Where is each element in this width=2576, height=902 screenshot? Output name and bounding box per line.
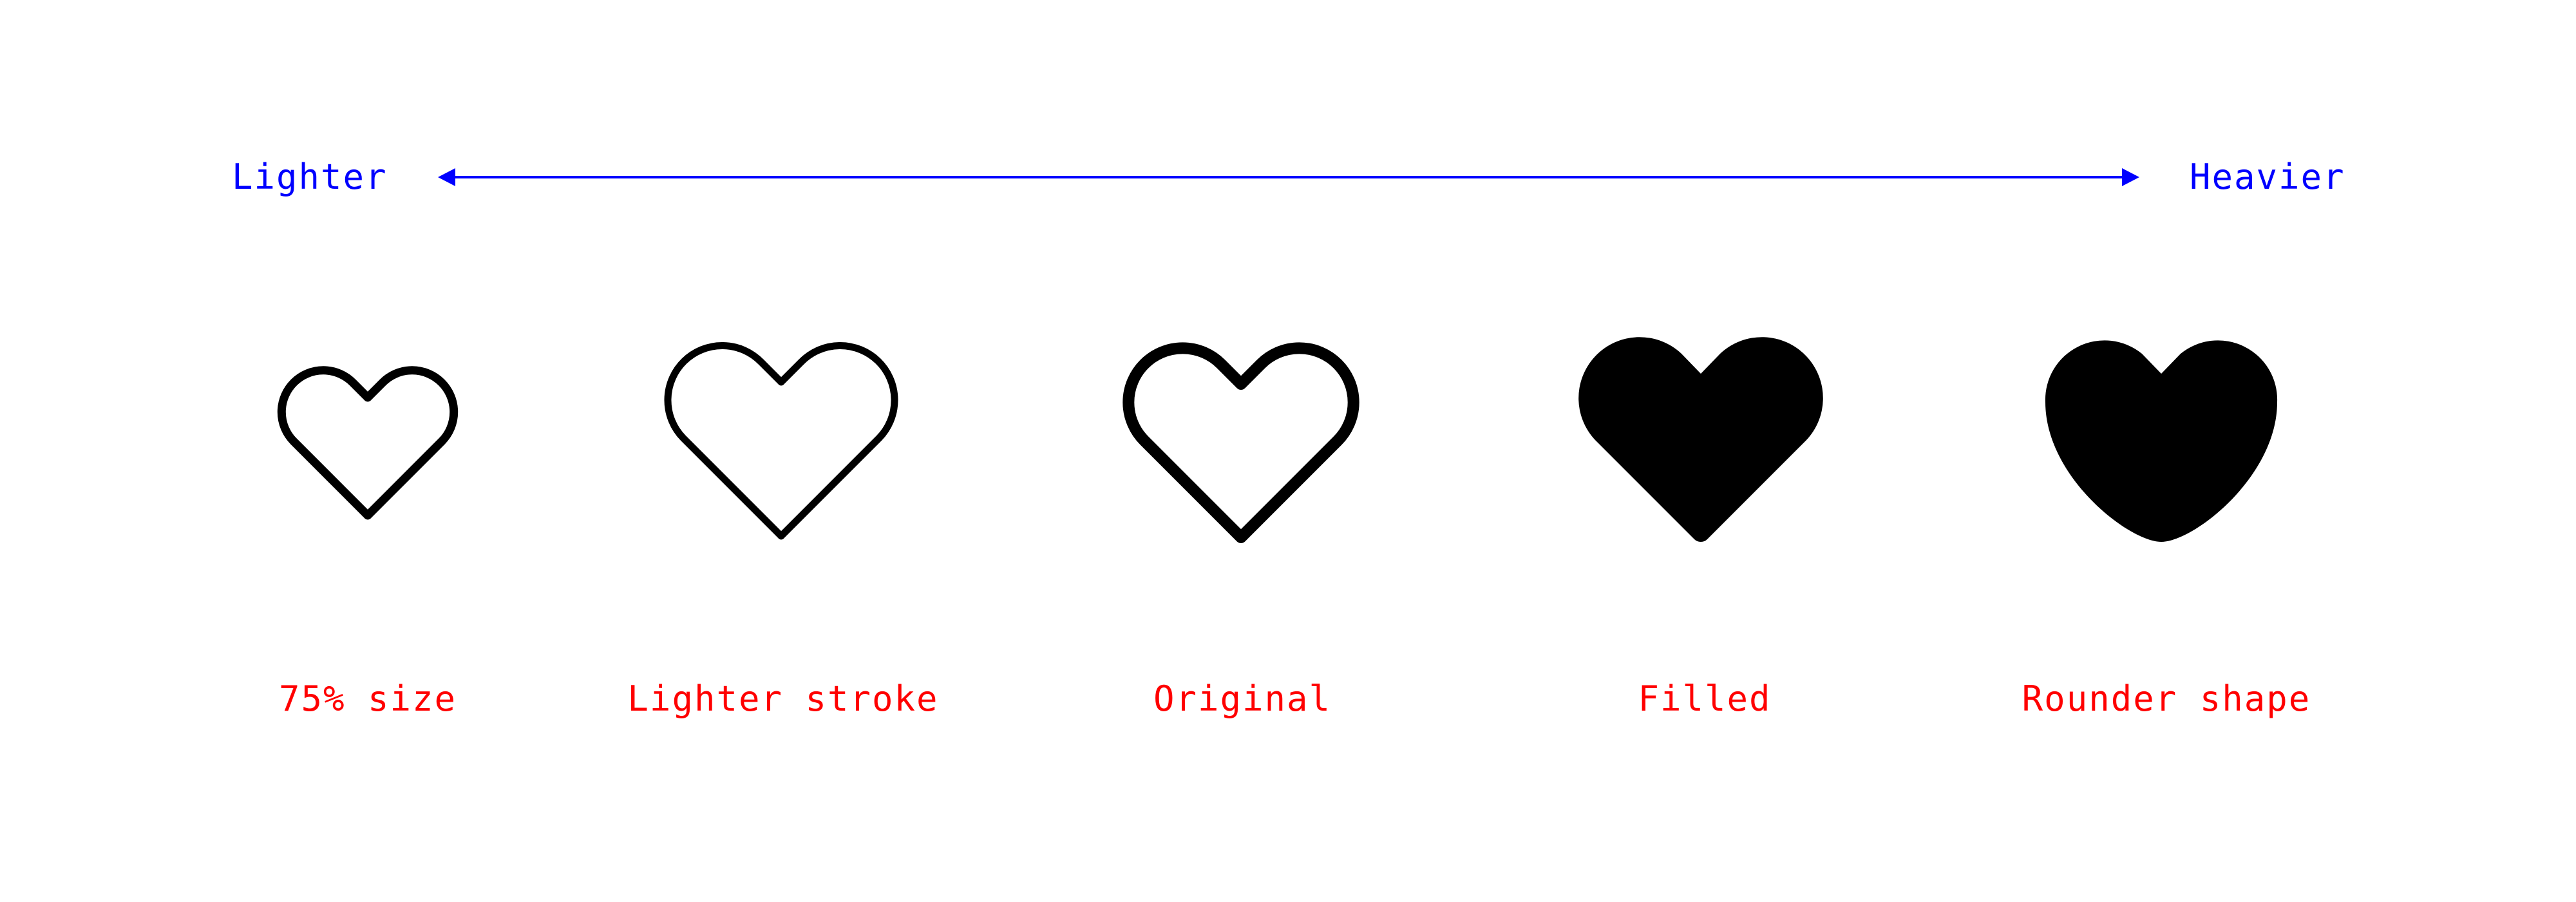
heart-filled-icon: [1578, 337, 1823, 542]
caption-75-size: 75% size: [278, 678, 457, 719]
caption-rounder-shape: Rounder shape: [2022, 678, 2311, 719]
caption-filled: Filled: [1638, 678, 1772, 719]
heart-outline-light-icon: [664, 342, 898, 540]
arrow-head-left-icon: [438, 168, 455, 186]
heart-filled-round-icon: [2045, 340, 2278, 542]
diagram-canvas: [277, 168, 2278, 543]
caption-lighter-stroke: Lighter stroke: [627, 678, 939, 719]
caption-original: Original: [1153, 678, 1332, 719]
heart-outline-original-icon: [1122, 342, 1359, 543]
heart-outline-small-icon: [277, 366, 459, 520]
weight-scale-arrow: [438, 168, 2139, 186]
arrow-head-right-icon: [2122, 168, 2139, 186]
